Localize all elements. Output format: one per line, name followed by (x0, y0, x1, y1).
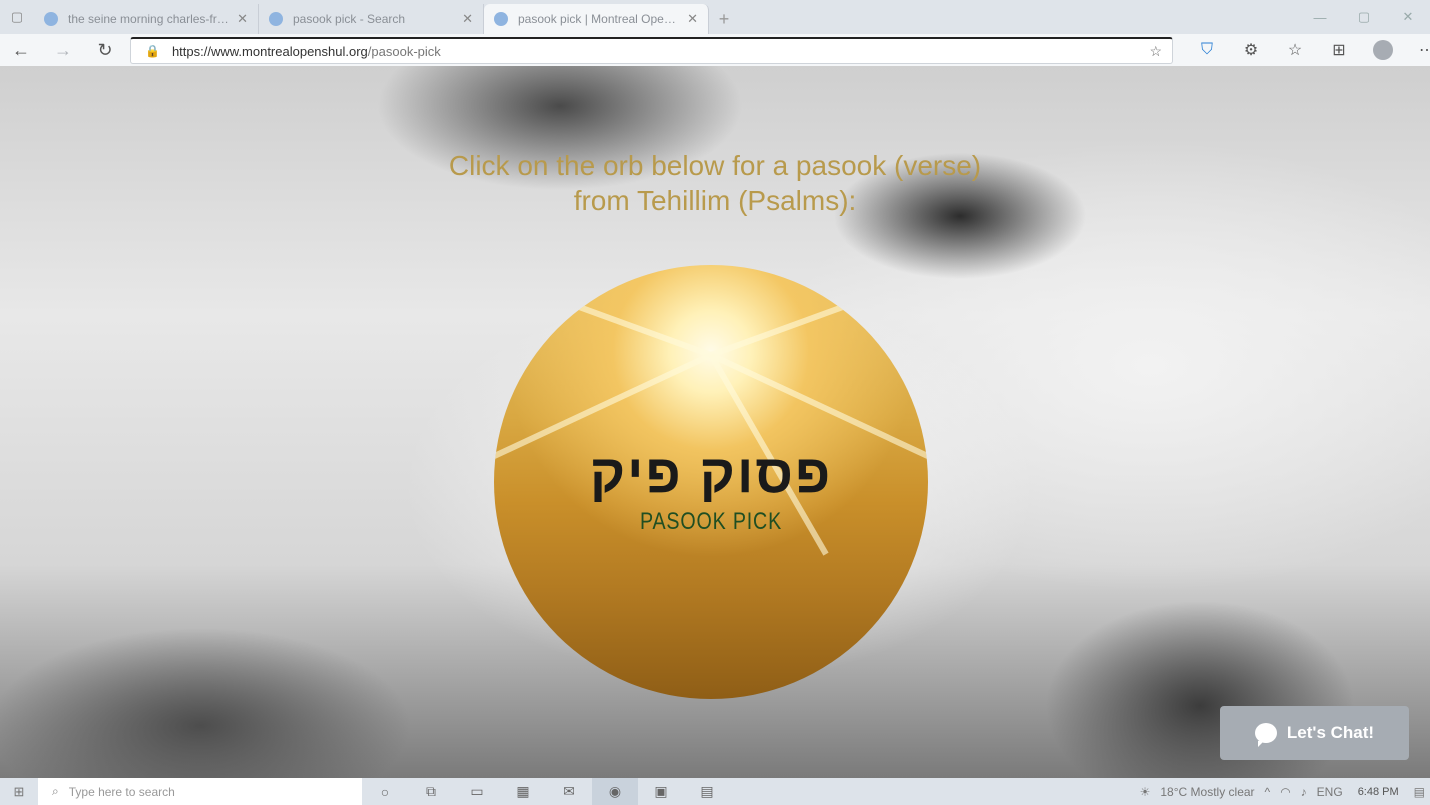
url-path: /pasook-pick (367, 43, 441, 59)
minimize-icon[interactable]: — (1298, 0, 1342, 34)
favicon-icon (44, 12, 58, 26)
search-icon: ⌕ (52, 784, 59, 798)
favicon-icon (269, 12, 283, 26)
new-tab-button[interactable]: + (709, 4, 739, 34)
favorites-icon[interactable]: ☆ (1273, 34, 1317, 66)
profile-avatar[interactable] (1373, 40, 1393, 60)
clock[interactable]: 6:48 PM (1358, 786, 1399, 798)
close-tab-icon[interactable]: ✕ (237, 11, 248, 27)
weather-icon: ☀ (1139, 784, 1151, 799)
tab-bar: ▢ the seine morning charles-franc ✕ paso… (0, 0, 1430, 34)
sun-ray (709, 276, 919, 358)
tab-title: the seine morning charles-franc (68, 12, 230, 26)
sun-ray (522, 283, 713, 358)
file-explorer-icon[interactable]: ▭ (454, 778, 500, 805)
taskbar: ⊞ ⌕ Type here to search ○ ⧉ ▭ ▦ ✉ ◉ ▣ ▤ … (0, 778, 1430, 805)
close-window-icon[interactable]: ✕ (1386, 0, 1430, 34)
extensions-icon[interactable]: ⚙ (1229, 34, 1273, 66)
clock-time: 6:48 PM (1357, 785, 1399, 798)
favorite-star-icon[interactable]: ☆ (1149, 43, 1162, 60)
page-headline: Click on the orb below for a pasook (ver… (0, 148, 1430, 218)
volume-icon[interactable]: ♪ (1301, 785, 1307, 799)
notifications-icon[interactable]: ▤ (1414, 785, 1425, 799)
tray-chevron-icon[interactable]: ^ (1265, 785, 1271, 799)
url-host: https://www.montrealopenshul.org (171, 43, 368, 59)
close-tab-icon[interactable]: ✕ (687, 11, 698, 27)
system-tray: ☀ 18°C Mostly clear ^ ◠ ♪ ENG 6:48 PM ▤ (1135, 778, 1430, 805)
mail-icon[interactable]: ✉ (546, 778, 592, 805)
orb-hebrew-title: פסוק פיק (589, 444, 833, 504)
tab-title: pasook pick - Search (293, 12, 406, 26)
chat-button-label: Let's Chat! (1286, 723, 1375, 742)
chat-bubble-icon (1254, 723, 1277, 747)
network-icon[interactable]: ◠ (1280, 785, 1290, 799)
chat-button[interactable]: Let's Chat! (1220, 706, 1409, 760)
browser-toolbar: ← → ↻ 🔒 https://www.montrealopenshul.org… (0, 34, 1430, 66)
address-bar[interactable]: 🔒 https://www.montrealopenshul.org/pasoo… (130, 37, 1173, 64)
app-icon[interactable]: ▤ (684, 778, 730, 805)
tab-actions-icon[interactable]: ▢ (0, 0, 34, 34)
tab-2[interactable]: pasook pick - Search ✕ (259, 4, 484, 34)
back-icon[interactable]: ← (0, 34, 42, 66)
search-placeholder: Type here to search (68, 784, 175, 799)
more-icon[interactable]: ⋯ (1405, 34, 1430, 66)
store-icon[interactable]: ▦ (500, 778, 546, 805)
maximize-icon[interactable]: ▢ (1342, 0, 1386, 34)
window-controls: — ▢ ✕ (1298, 0, 1430, 34)
pasook-orb-button[interactable]: פסוק פיק PASOOK PICK (494, 265, 928, 699)
lock-icon: 🔒 (145, 44, 160, 58)
headline-line-1: Click on the orb below for a pasook (ver… (448, 150, 982, 181)
toolbar-icons: ⛉ ⚙ ☆ ⊞ ⋯ (1185, 34, 1430, 66)
taskbar-search-input[interactable]: ⌕ Type here to search (38, 778, 362, 805)
tab-1[interactable]: the seine morning charles-franc ✕ (34, 4, 259, 34)
collections-icon[interactable]: ⊞ (1317, 34, 1361, 66)
refresh-icon[interactable]: ↻ (84, 34, 126, 66)
headline-line-2: from Tehillim (Psalms): (573, 185, 857, 216)
weather-text[interactable]: 18°C Mostly clear (1160, 785, 1254, 799)
page-viewport: Click on the orb below for a pasook (ver… (0, 66, 1430, 778)
task-view-icon[interactable]: ⧉ (408, 778, 454, 805)
forward-icon[interactable]: → (42, 34, 84, 66)
tab-3[interactable]: pasook pick | Montreal Open Shul ✕ (484, 4, 709, 34)
language-indicator[interactable]: ENG (1317, 785, 1343, 799)
office-icon[interactable]: ▣ (638, 778, 684, 805)
favicon-icon (494, 12, 508, 26)
edge-browser-icon[interactable]: ◉ (592, 778, 638, 805)
shield-icon[interactable]: ⛉ (1185, 34, 1229, 66)
cortana-icon[interactable]: ○ (362, 778, 408, 805)
tab-title: pasook pick | Montreal Open Shul (518, 12, 679, 26)
orb-subtitle: PASOOK PICK (639, 508, 783, 535)
close-tab-icon[interactable]: ✕ (462, 11, 473, 27)
windows-start-icon[interactable]: ⊞ (0, 778, 38, 805)
